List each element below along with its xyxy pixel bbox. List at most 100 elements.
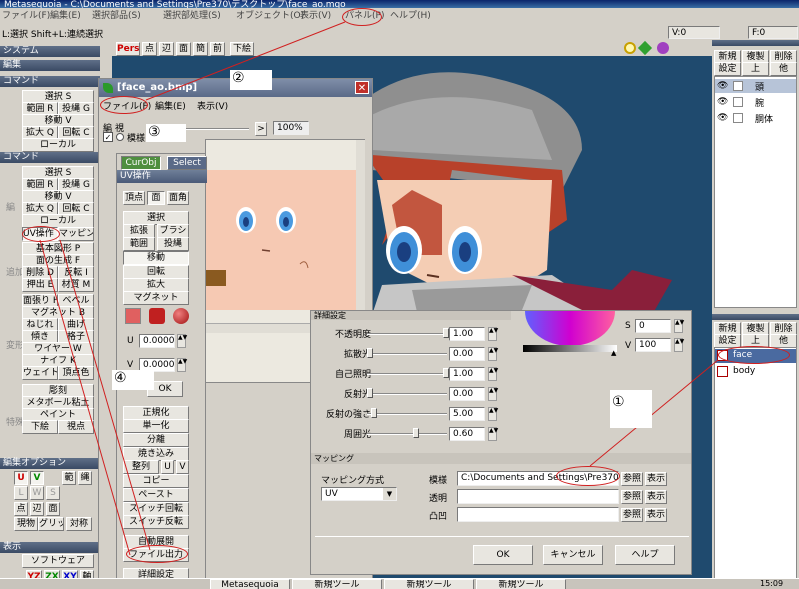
- color-wheel[interactable]: [525, 311, 615, 346]
- uv-op-9[interactable]: スイッチ回転: [123, 502, 189, 516]
- cmd-25[interactable]: 頂点色: [58, 366, 94, 380]
- texture-browse-button[interactable]: 参照: [621, 490, 643, 504]
- material-row-value[interactable]: 0.00: [449, 347, 485, 361]
- eye-icon[interactable]: 👁: [717, 113, 728, 123]
- uv-lasso[interactable]: 投縄: [157, 237, 189, 251]
- uv-op-5[interactable]: U: [161, 460, 174, 474]
- menu-select-part[interactable]: 選択部品(S): [92, 8, 141, 24]
- v-spinner[interactable]: ▲▼: [177, 358, 187, 372]
- chevron-down-icon[interactable]: ▼: [383, 488, 396, 500]
- lock-icon[interactable]: [733, 97, 743, 107]
- zoom-slider-track[interactable]: [179, 128, 249, 130]
- material-row-spinner[interactable]: ▲▼: [488, 387, 498, 401]
- cmd-8[interactable]: マッピング: [58, 227, 94, 241]
- lasso-toggle[interactable]: 縄: [78, 471, 92, 485]
- uv-range[interactable]: 範囲: [123, 237, 155, 251]
- view-front-button[interactable]: 前: [210, 42, 225, 56]
- texture-browse-button[interactable]: 参照: [621, 472, 643, 486]
- menu-select-process[interactable]: 選択部処理(S): [163, 8, 221, 24]
- uv-magnet[interactable]: マグネット: [123, 291, 189, 305]
- edit-option-header[interactable]: 編集オプション: [0, 458, 100, 469]
- material-row-value[interactable]: 1.00: [449, 327, 485, 341]
- opt-edge[interactable]: 辺: [30, 502, 44, 516]
- material-row-slider-thumb[interactable]: [367, 388, 373, 398]
- taskbar-item[interactable]: 新規ツール: [384, 579, 474, 589]
- v-spinner[interactable]: ▲▼: [674, 338, 684, 352]
- material-settings[interactable]: 設定: [714, 334, 741, 348]
- object-other[interactable]: 他: [770, 62, 797, 76]
- material-row-spinner[interactable]: ▲▼: [488, 367, 498, 381]
- axis-u-toggle[interactable]: U: [14, 471, 28, 485]
- command2-header[interactable]: コマンド: [0, 152, 100, 163]
- uv-op-1[interactable]: 単一化: [123, 419, 189, 433]
- material-row-slider[interactable]: [367, 333, 447, 335]
- view-simple-button[interactable]: 簡: [193, 42, 208, 56]
- menu-view[interactable]: 表示(V): [300, 8, 331, 24]
- material-row-slider[interactable]: [367, 373, 447, 375]
- view-face-button[interactable]: 面: [176, 42, 191, 56]
- material-row-slider[interactable]: [367, 353, 447, 355]
- radio-icon[interactable]: [116, 133, 124, 141]
- material-row-value[interactable]: 0.60: [449, 427, 485, 441]
- material-cancel-button[interactable]: キャンセル: [543, 545, 603, 565]
- material-row-body[interactable]: body: [715, 365, 796, 379]
- material-row-spinner[interactable]: ▲▼: [488, 347, 498, 361]
- material-ok-button[interactable]: OK: [473, 545, 533, 565]
- texture-browse-button[interactable]: 参照: [621, 508, 643, 522]
- curobj-tab[interactable]: CurObj: [121, 156, 161, 170]
- opt-face[interactable]: 面: [46, 502, 60, 516]
- material-row-value[interactable]: 5.00: [449, 407, 485, 421]
- uv-menu-edit[interactable]: 編集(E): [155, 99, 186, 115]
- menu-file[interactable]: ファイル(F): [2, 8, 50, 24]
- taskbar-item[interactable]: 新規ツール: [292, 579, 382, 589]
- texture-show-button[interactable]: 表示: [645, 490, 667, 504]
- u-spinner[interactable]: ▲▼: [177, 334, 187, 348]
- cmd-13[interactable]: 押出 E: [22, 278, 58, 292]
- square-shape-icon[interactable]: [125, 308, 141, 324]
- taskbar-item[interactable]: 新規ツール: [476, 579, 566, 589]
- software-render-button[interactable]: ソフトウェア: [22, 554, 94, 568]
- view-background-button[interactable]: 下絵: [230, 42, 254, 56]
- object-row-head[interactable]: 👁 頭: [715, 79, 796, 93]
- eye-icon[interactable]: 👁: [717, 97, 728, 107]
- edit-header[interactable]: 編集: [0, 60, 100, 71]
- uv-rotate[interactable]: 回転: [123, 265, 189, 279]
- s-spinner[interactable]: ▲▼: [674, 319, 684, 333]
- uv-op-0[interactable]: 正規化: [123, 406, 189, 420]
- sphere-shape-icon[interactable]: [173, 308, 189, 324]
- object-up[interactable]: 上: [742, 62, 769, 76]
- taskbar-item[interactable]: Metasequoia: [210, 579, 290, 589]
- material-row-slider[interactable]: [367, 393, 447, 395]
- object-row-arm[interactable]: 👁 腕: [715, 95, 796, 109]
- lock-icon[interactable]: [733, 113, 743, 123]
- move-view-icon[interactable]: [637, 40, 653, 56]
- eye-icon[interactable]: 👁: [717, 81, 728, 91]
- cmd-14[interactable]: 材質 M: [58, 278, 94, 292]
- uv-scale[interactable]: 拡大: [123, 278, 189, 292]
- select-tab[interactable]: Select: [167, 156, 207, 170]
- opt-symmetry[interactable]: 対称: [66, 517, 92, 531]
- material-row-spinner[interactable]: ▲▼: [488, 427, 498, 441]
- uv-mode-vertex[interactable]: 頂点: [123, 191, 145, 205]
- uv-op-8[interactable]: ペースト: [123, 488, 189, 502]
- uv-move[interactable]: 移動: [123, 251, 189, 265]
- material-help-button[interactable]: ヘルプ: [615, 545, 675, 565]
- texture-show-button[interactable]: 表示: [645, 508, 667, 522]
- view-point-button[interactable]: 点: [142, 42, 157, 56]
- s-value[interactable]: 0: [635, 319, 671, 333]
- material-row-slider-thumb[interactable]: [367, 348, 373, 358]
- texture-path-input[interactable]: [457, 489, 619, 504]
- menu-help[interactable]: ヘルプ(H): [390, 8, 431, 24]
- opt-grid[interactable]: グリッド: [38, 517, 64, 531]
- local-toggle[interactable]: L: [14, 486, 28, 500]
- material-row-value[interactable]: 0.00: [449, 387, 485, 401]
- menu-edit[interactable]: 編集(E): [50, 8, 81, 24]
- persp-button[interactable]: Pers: [116, 42, 140, 56]
- cmd-24[interactable]: ウェイト: [22, 366, 58, 380]
- display-header[interactable]: 表示: [0, 542, 100, 553]
- uv-op-4[interactable]: 整列: [123, 460, 159, 474]
- pattern-checkbox[interactable]: ✓: [103, 132, 113, 142]
- uv-op-10[interactable]: スイッチ反転: [123, 515, 189, 529]
- close-icon[interactable]: ✕: [355, 81, 369, 94]
- system-header[interactable]: システム: [0, 46, 100, 57]
